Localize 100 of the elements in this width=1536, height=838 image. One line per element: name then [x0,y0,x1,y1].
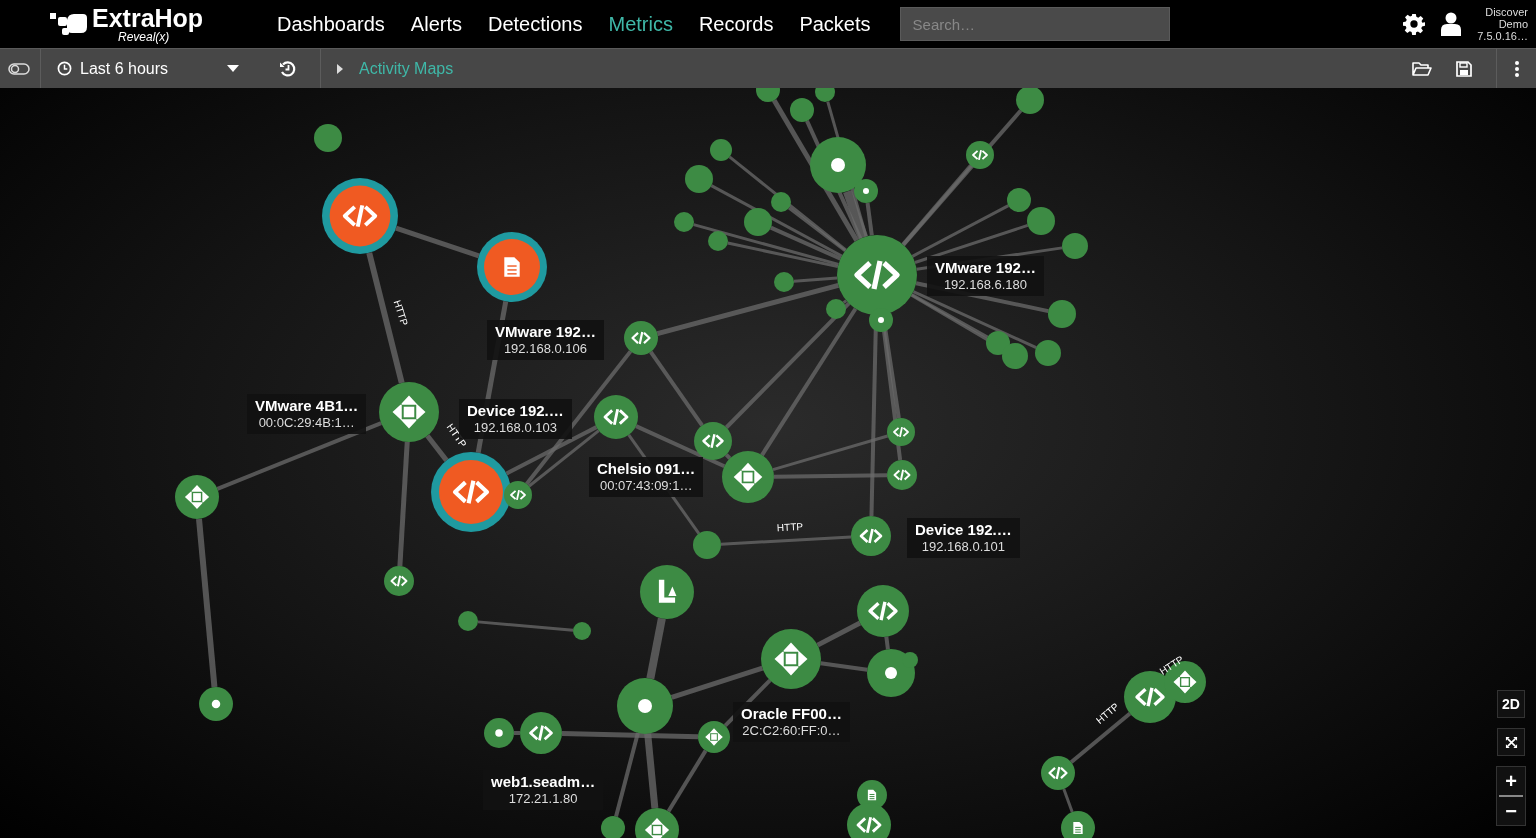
nav-tab[interactable]: Dashboards [264,9,398,39]
device-node[interactable] [851,516,891,556]
device-name: web1.seadm… [491,773,596,791]
nav-tab[interactable]: Alerts [397,9,475,39]
device-node[interactable] [1016,88,1044,114]
device-address: 00:07:43:09:1… [598,478,694,494]
device-node[interactable] [756,88,780,102]
device-node[interactable] [1035,340,1061,366]
appliance-info-text: Discover [1484,5,1528,18]
device-node[interactable] [1007,188,1031,212]
nav-tab[interactable]: Records [685,9,787,39]
device-name: VMware 192… [935,259,1036,277]
more-options-icon[interactable] [1514,60,1519,77]
device-node[interactable] [594,395,638,439]
alert-device-node[interactable] [322,178,398,254]
toggle-icon[interactable] [8,62,30,75]
device-node[interactable] [1002,343,1028,369]
search-field[interactable]: Search… [899,7,1170,41]
device-node[interactable] [520,712,562,754]
device-node[interactable] [790,98,814,122]
device-node[interactable] [601,816,625,838]
device-name: Chelsio 091… [597,460,696,478]
logo-wordmark: ExtraHop [92,5,204,31]
device-node[interactable] [674,212,694,232]
nav-tab[interactable]: Detections [474,9,596,39]
device-node[interactable] [694,422,732,460]
device-node[interactable] [573,622,591,640]
device-node[interactable] [867,649,915,697]
device-node[interactable] [744,208,772,236]
device-node[interactable] [199,687,233,721]
device-node[interactable] [902,652,918,668]
device-node[interactable] [774,272,794,292]
breadcrumb-link[interactable]: Activity Maps [359,56,454,81]
folder-icon[interactable] [1412,60,1432,77]
fullscreen-icon [1504,735,1518,749]
device-node[interactable] [484,718,514,748]
device-name: VMware 192… [495,323,596,341]
device-node[interactable] [504,481,532,509]
caret-down-icon [227,65,239,72]
appliance-info-text: 7.5.0.16… [1477,30,1528,43]
gateway-node[interactable] [698,721,730,753]
device-node[interactable] [1062,233,1088,259]
device-node[interactable] [314,124,342,152]
device-name: Device 192.… [915,521,1012,539]
device-node[interactable] [617,678,673,734]
device-node[interactable] [966,141,994,169]
connection-line [884,636,890,650]
device-node[interactable] [640,565,694,619]
history-icon[interactable] [278,59,297,78]
nav-tab[interactable]: Metrics [595,9,686,39]
fullscreen-button[interactable] [1497,728,1525,756]
gateway-node[interactable] [379,382,439,442]
device-node[interactable] [384,566,414,596]
device-address: 192.168.0.106 [502,341,588,357]
gateway-node[interactable] [761,629,821,689]
device-node[interactable] [458,611,478,631]
device-address: 192.168.0.103 [472,420,558,436]
gateway-node[interactable] [635,808,679,838]
device-node[interactable] [810,137,866,193]
device-node[interactable] [857,585,909,637]
gateway-node[interactable] [175,475,219,519]
device-address: 00:0C:29:4B:1… [257,415,356,431]
settings-icon[interactable] [1403,13,1426,35]
device-node[interactable] [771,192,791,212]
protocol-label: HTTP [391,298,411,327]
device-node[interactable] [1041,756,1075,790]
gateway-node[interactable] [722,451,774,503]
device-node[interactable] [986,331,1010,355]
device-address: 192.168.6.180 [942,277,1028,293]
device-node[interactable] [708,231,728,251]
device-name: Device 192.… [467,402,564,420]
device-address: 172.21.1.80 [507,791,579,807]
device-address: 192.168.0.101 [920,539,1006,555]
device-node[interactable] [685,165,713,193]
device-node[interactable] [710,139,732,161]
device-node[interactable] [847,803,891,838]
protocol-label: HTTP [776,520,804,534]
device-node[interactable] [1061,811,1095,838]
device-node[interactable] [887,418,915,446]
logo-icon [50,11,88,37]
device-node[interactable] [826,299,846,319]
device-node[interactable] [1048,300,1076,328]
device-node[interactable] [1027,207,1055,235]
alert-device-node[interactable] [477,232,547,302]
nav-tab[interactable]: Packets [786,9,884,39]
view-mode-button[interactable]: 2D [1497,690,1525,718]
time-range-dropdown[interactable]: Last 6 hours [41,49,255,88]
device-node[interactable] [854,179,878,203]
device-node[interactable] [693,531,721,559]
save-icon[interactable] [1456,60,1472,77]
device-node[interactable] [815,88,835,102]
device-node[interactable] [887,460,917,490]
connection-line [514,731,520,735]
alert-device-node[interactable] [431,452,511,532]
user-icon[interactable] [1441,12,1462,36]
connection-line [1062,788,1074,813]
device-node[interactable] [624,321,658,355]
caret-right-icon[interactable] [337,63,343,74]
device-node[interactable] [837,235,917,315]
connection-line [666,749,708,813]
